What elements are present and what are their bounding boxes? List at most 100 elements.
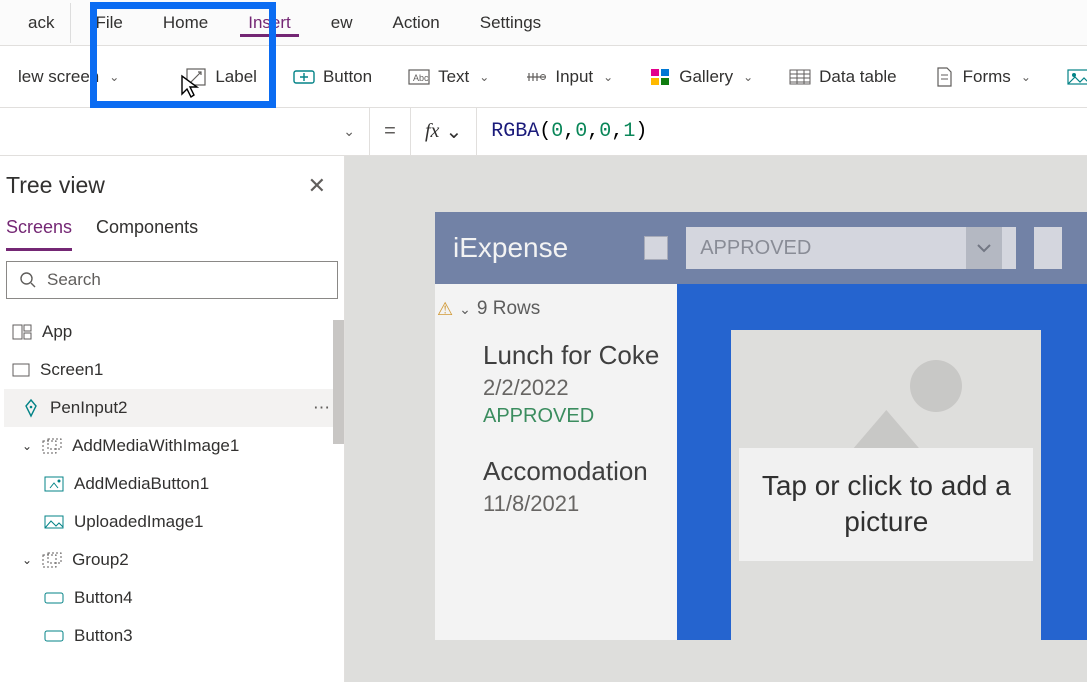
chevron-down-icon: ⌄ <box>445 119 462 144</box>
screen-icon <box>12 363 30 377</box>
chevron-down-icon[interactable]: ⌄ <box>459 301 471 318</box>
label-text: Label <box>215 67 257 87</box>
tree-node-app[interactable]: App <box>4 313 340 351</box>
card-title: Accomodation <box>483 456 659 487</box>
expense-card[interactable]: Accomodation 11/8/2021 <box>435 446 677 535</box>
text-button[interactable]: Abc Text ⌄ <box>390 57 507 97</box>
gallery-icon <box>649 68 671 86</box>
button-icon <box>293 68 315 86</box>
tree-node-group2[interactable]: ⌄ Group2 <box>4 541 340 579</box>
button-icon <box>44 629 64 643</box>
tree-node-button3[interactable]: Button3 <box>4 617 340 655</box>
card-date: 11/8/2021 <box>483 491 659 517</box>
image-icon <box>44 515 64 529</box>
formula-input[interactable]: RGBA(0, 0, 0, 1) <box>477 108 1087 155</box>
close-icon[interactable]: ✕ <box>308 173 326 199</box>
formula-bar: ⌄ = fx ⌄ RGBA(0, 0, 0, 1) <box>0 108 1087 156</box>
menu-bar: ack File Home Insert ew Action Settings <box>0 0 1087 46</box>
app-icon <box>12 324 32 340</box>
gallery-button[interactable]: Gallery ⌄ <box>631 57 771 97</box>
menu-file[interactable]: File <box>75 3 142 43</box>
app-header: iExpense APPROVED <box>435 212 1087 284</box>
new-screen-button[interactable]: lew screen ⌄ <box>0 57 137 97</box>
tree-tabs: Screens Components <box>0 207 344 251</box>
forms-button[interactable]: Forms ⌄ <box>915 57 1049 97</box>
workspace: Tree view ✕ Screens Components Search Ap… <box>0 156 1087 682</box>
menu-view[interactable]: ew <box>311 3 373 43</box>
fx-button[interactable]: fx ⌄ <box>410 108 477 155</box>
app-preview: iExpense APPROVED ⚠ ⌄ 9 Rows L <box>435 212 1087 640</box>
datatable-button[interactable]: Data table <box>771 57 915 97</box>
media-icon <box>1067 68 1087 86</box>
tree-label: AddMediaButton1 <box>74 474 209 494</box>
chevron-down-icon: ⌄ <box>109 70 119 84</box>
equals-label: = <box>370 108 410 155</box>
label-icon <box>185 68 207 86</box>
input-icon <box>525 68 547 86</box>
search-input[interactable]: Search <box>6 261 338 299</box>
scrollbar-thumb[interactable] <box>333 320 344 444</box>
menu-action[interactable]: Action <box>373 3 460 43</box>
search-placeholder: Search <box>47 270 101 290</box>
tree-node-button4[interactable]: Button4 <box>4 579 340 617</box>
tree-label: Button3 <box>74 626 133 646</box>
menu-insert[interactable]: Insert <box>228 3 311 43</box>
warning-icon: ⚠ <box>437 299 453 320</box>
more-icon[interactable]: ⋯ <box>313 398 332 418</box>
chevron-down-icon: ⌄ <box>343 123 355 140</box>
chevron-down-icon: ⌄ <box>22 553 32 567</box>
add-picture-label: Tap or click to add a picture <box>739 448 1033 561</box>
tree-node-group[interactable]: ⌄ AddMediaWithImage1 <box>4 427 340 465</box>
card-date: 2/2/2022 <box>483 375 659 401</box>
gallery-label: Gallery <box>679 67 733 87</box>
tree-label: PenInput2 <box>50 398 128 418</box>
tree-nodes: App Screen1 PenInput2 ⋯ ⌄ AddMediaWithIm… <box>0 309 344 682</box>
tree-node-screen[interactable]: Screen1 <box>4 351 340 389</box>
group-icon <box>42 552 62 568</box>
label-button[interactable]: Label <box>167 57 275 97</box>
tree-view-panel: Tree view ✕ Screens Components Search Ap… <box>0 156 345 682</box>
new-screen-label: lew screen <box>18 67 99 87</box>
media-button[interactable]: Med <box>1049 57 1087 97</box>
media-button-icon <box>44 476 64 492</box>
checkbox[interactable] <box>644 236 668 260</box>
group-icon <box>42 438 62 454</box>
input-button[interactable]: Input ⌄ <box>507 57 631 97</box>
chevron-down-icon: ⌄ <box>603 70 613 84</box>
tree-node-image[interactable]: UploadedImage1 <box>4 503 340 541</box>
property-dropdown[interactable]: ⌄ <box>0 108 370 155</box>
chevron-down-icon: ⌄ <box>1021 70 1031 84</box>
forms-label: Forms <box>963 67 1011 87</box>
search-button[interactable] <box>1034 227 1062 269</box>
tab-components[interactable]: Components <box>96 217 198 251</box>
tree-node-peninput[interactable]: PenInput2 ⋯ <box>4 389 340 427</box>
status-dropdown[interactable]: APPROVED <box>686 227 1016 269</box>
search-icon <box>19 271 37 289</box>
menu-home[interactable]: Home <box>143 3 228 43</box>
rows-label: 9 Rows <box>477 298 540 320</box>
menu-back[interactable]: ack <box>8 3 71 43</box>
tree-node-mediabutton[interactable]: AddMediaButton1 <box>4 465 340 503</box>
card-status: APPROVED <box>483 405 659 428</box>
tree-label: Group2 <box>72 550 129 570</box>
forms-icon <box>933 68 955 86</box>
canvas-area: iExpense APPROVED ⚠ ⌄ 9 Rows L <box>345 156 1087 682</box>
chevron-down-icon: ⌄ <box>743 70 753 84</box>
card-title: Lunch for Coke <box>483 340 659 371</box>
tab-screens[interactable]: Screens <box>6 217 72 251</box>
list-pane: ⚠ ⌄ 9 Rows Lunch for Coke 2/2/2022 APPRO… <box>435 284 677 640</box>
expense-card[interactable]: Lunch for Coke 2/2/2022 APPROVED <box>435 330 677 446</box>
button-label: Button <box>323 67 372 87</box>
tree-title: Tree view <box>6 172 105 199</box>
button-icon <box>44 591 64 605</box>
input-label: Input <box>555 67 593 87</box>
rows-info: ⚠ ⌄ 9 Rows <box>435 292 677 330</box>
svg-text:Abc: Abc <box>413 73 429 83</box>
menu-settings[interactable]: Settings <box>460 3 561 43</box>
add-picture-box[interactable]: Tap or click to add a picture <box>731 330 1041 640</box>
tree-label: Screen1 <box>40 360 103 380</box>
tree-label: AddMediaWithImage1 <box>72 436 239 456</box>
chevron-down-icon <box>966 227 1002 269</box>
chevron-down-icon: ⌄ <box>479 70 489 84</box>
button-button[interactable]: Button <box>275 57 390 97</box>
